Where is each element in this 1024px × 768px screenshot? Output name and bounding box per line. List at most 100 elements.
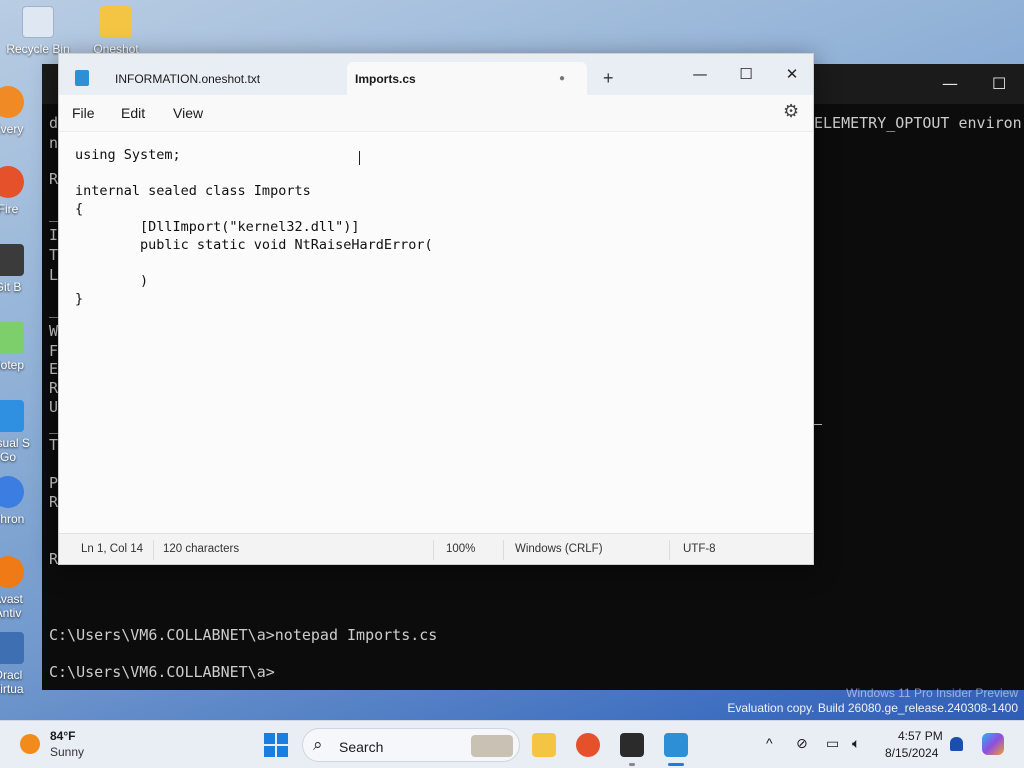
close-button[interactable]: ✕ <box>769 60 815 88</box>
desktop-icon-avast[interactable]: Avast Antiv <box>0 556 36 620</box>
firefox-icon[interactable] <box>576 733 600 757</box>
terminal-text-fragment: P <box>49 474 59 492</box>
git-bash-icon <box>0 244 24 276</box>
search-label: Search <box>339 739 384 755</box>
recycle-bin-icon <box>22 6 54 38</box>
tab-imports-cs[interactable]: Imports.cs ● <box>347 62 587 95</box>
terminal-maximize-button[interactable]: ☐ <box>992 74 1006 93</box>
folder-icon <box>100 6 132 38</box>
text-cursor-ibeam-icon <box>359 151 360 165</box>
status-cursor-position: Ln 1, Col 14 <box>81 543 144 555</box>
terminal-text-fragment: d <box>49 114 59 132</box>
chrome-icon <box>0 476 24 508</box>
display-icon[interactable]: ▭ <box>826 735 839 752</box>
notepad-window[interactable]: INFORMATION.oneshot.txt Imports.cs ● + —… <box>58 53 814 565</box>
windows-logo-icon <box>264 746 275 757</box>
desktop-icon-recycle-bin[interactable]: Recycle Bin <box>0 6 76 56</box>
copilot-icon[interactable] <box>982 733 1004 755</box>
network-icon[interactable]: ⊘ <box>796 735 808 752</box>
notepad-menubar: File Edit View ⚙ <box>59 95 813 131</box>
terminal-text-fragment: I <box>49 226 59 244</box>
desktop-icon-firefox[interactable]: Fire <box>0 166 36 216</box>
desktop-icon-label: Notep <box>0 358 25 372</box>
taskbar: 84°F Sunny ⌕ Search ^ ⊘ ▭ 🔈︎ 4:57 PM 8/1… <box>0 720 1024 768</box>
maximize-button[interactable]: ☐ <box>723 60 769 88</box>
terminal-text-fragment: E <box>49 360 59 378</box>
new-tab-button[interactable]: + <box>603 68 614 89</box>
weather-temperature: 84°F <box>50 729 76 743</box>
start-button[interactable] <box>264 733 288 757</box>
tab-label: INFORMATION.oneshot.txt <box>115 71 261 86</box>
code-line: using System; <box>75 147 181 163</box>
sun-icon <box>20 734 40 754</box>
desktop-icon-chrome[interactable]: Chron <box>0 476 36 526</box>
status-zoom[interactable]: 100% <box>446 543 475 555</box>
status-character-count: 120 characters <box>163 543 240 555</box>
desktop-icon-virtualbox[interactable]: Oracl Virtua <box>0 632 36 696</box>
terminal-prompt-line[interactable]: C:\Users\VM6.COLLABNET\a> <box>49 663 275 681</box>
desktop-icon-git-bash[interactable]: Git B <box>0 244 36 294</box>
terminal-text-fragment: R <box>49 379 59 397</box>
desktop-icon-label: Every <box>0 122 24 136</box>
code-line: ) <box>75 273 149 289</box>
desktop-icon-notepad[interactable]: Notep <box>0 322 36 372</box>
status-divider <box>433 540 434 560</box>
menu-edit[interactable]: Edit <box>121 105 145 121</box>
terminal-text-fragment: _ <box>49 300 59 318</box>
settings-gear-icon[interactable]: ⚙ <box>783 101 799 122</box>
notepad-statusbar: Ln 1, Col 14 120 characters 100% Windows… <box>59 533 813 564</box>
notepad-app-icon <box>75 70 89 86</box>
terminal-text-fragment: F <box>49 342 59 360</box>
weather-widget[interactable]: 84°F Sunny <box>18 727 98 763</box>
windows-logo-icon <box>277 733 288 744</box>
status-encoding[interactable]: UTF-8 <box>683 543 716 555</box>
status-divider <box>503 540 504 560</box>
notepad-tabbar[interactable]: INFORMATION.oneshot.txt Imports.cs ● + —… <box>59 54 813 95</box>
desktop-icon-label: Avast <box>0 592 23 606</box>
desktop-icon-everything[interactable]: Every <box>0 86 36 136</box>
volume-icon[interactable]: 🔈︎ <box>852 735 860 752</box>
desktop-icon-label: Antiv <box>0 606 22 620</box>
terminal-text-fragment: T <box>49 436 59 454</box>
terminal-text-fragment: _ <box>49 416 59 434</box>
avast-icon <box>0 556 24 588</box>
terminal-minimize-button[interactable]: — <box>942 74 958 93</box>
terminal-text-fragment: R <box>49 550 59 568</box>
watermark-line2: Evaluation copy. Build 26080.ge_release.… <box>727 701 1018 715</box>
desktop-icon-label: Oracl <box>0 668 23 682</box>
desktop-icon-label: Fire <box>0 202 19 216</box>
terminal-text-fragment: L <box>49 266 59 284</box>
terminal-running-indicator <box>629 763 635 766</box>
tray-overflow-chevron-icon[interactable]: ^ <box>766 735 773 751</box>
status-line-ending[interactable]: Windows (CRLF) <box>515 543 603 555</box>
menu-file[interactable]: File <box>72 105 95 121</box>
search-highlight-image <box>471 735 513 757</box>
terminal-text-fragment: R <box>49 493 59 511</box>
status-divider <box>153 540 154 560</box>
terminal-prompt-line: C:\Users\VM6.COLLABNET\a>notepad Imports… <box>49 626 438 644</box>
clock-date[interactable]: 8/15/2024 <box>885 746 938 760</box>
terminal-text-fragment: W <box>49 322 59 340</box>
minimize-button[interactable]: — <box>677 60 723 88</box>
terminal-text-fragment: T <box>49 246 59 264</box>
file-explorer-icon[interactable] <box>532 733 556 757</box>
desktop-icon-oneshot[interactable]: Oneshot <box>78 6 154 56</box>
tab-information-oneshot[interactable]: INFORMATION.oneshot.txt <box>103 62 343 95</box>
notification-bell-icon[interactable] <box>950 737 963 751</box>
status-divider <box>669 540 670 560</box>
code-line: { <box>75 201 84 217</box>
notepad-icon[interactable] <box>664 733 688 757</box>
text-editor-area[interactable]: using System; internal sealed class Impo… <box>59 131 813 535</box>
terminal-text-fragment: R <box>49 170 59 188</box>
terminal-icon[interactable] <box>620 733 644 757</box>
menu-view[interactable]: View <box>173 105 203 121</box>
code-line: public static void NtRaiseHardError( <box>75 237 433 253</box>
desktop-icon-label: Git B <box>0 280 22 294</box>
code-line: } <box>75 291 84 307</box>
clock-time[interactable]: 4:57 PM <box>898 729 943 743</box>
desktop-icon-visual-studio-code[interactable]: Visual S Go <box>0 400 36 464</box>
search-box[interactable]: ⌕ Search <box>302 728 520 762</box>
unsaved-indicator-icon: ● <box>559 73 566 84</box>
terminal-text-fragment: U <box>49 398 59 416</box>
desktop-icon-label: Go <box>0 450 16 464</box>
